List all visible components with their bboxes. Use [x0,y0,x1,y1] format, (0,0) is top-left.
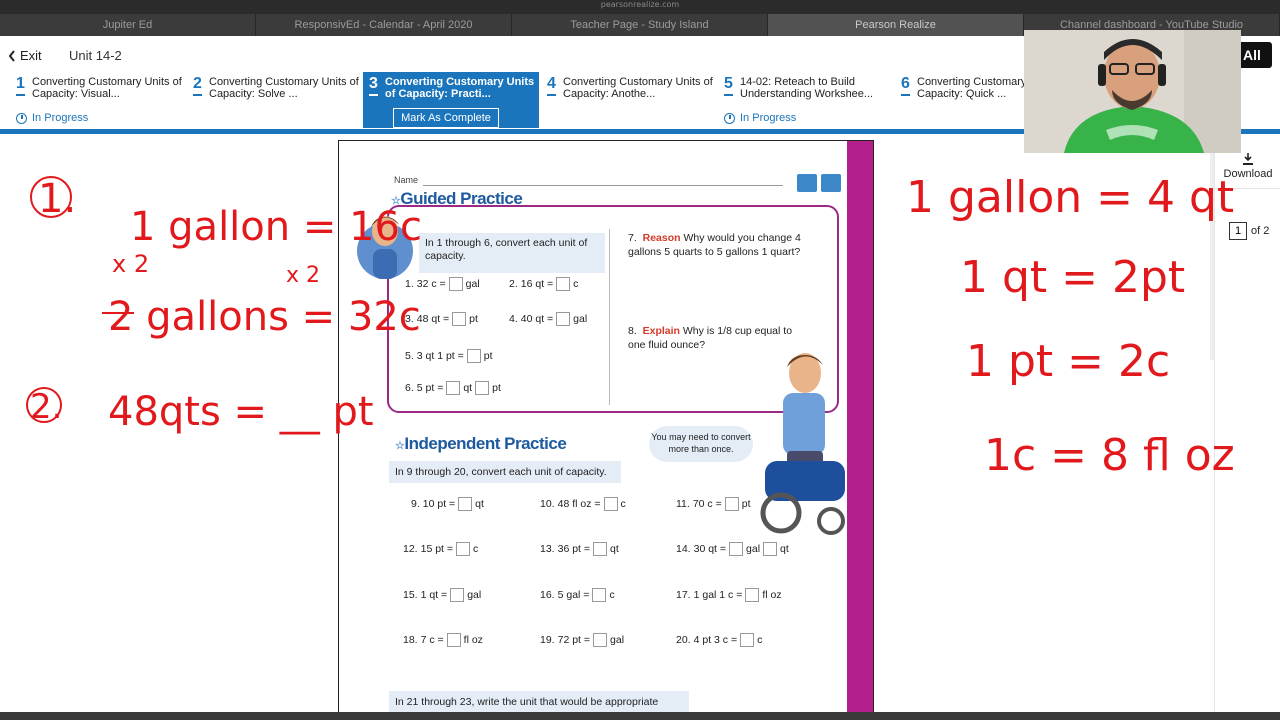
screen: pearsonrealize.com Jupiter Ed ResponsivE… [0,0,1280,720]
wheelchair-character-illustration [760,353,845,535]
browser-tab[interactable]: Jupiter Ed [0,14,256,36]
question-8: 8. Explain Why is 1/8 cup equal to one f… [628,325,793,351]
question-2: 2. 16 qt = c [509,277,579,291]
independent-practice-title: Independent Practice [404,434,567,453]
lesson-title: Converting Customary Units of Capacity: … [385,76,535,100]
boy-character-illustration [357,216,413,279]
browser-titlebar: pearsonrealize.com [0,0,1280,14]
ink-multiplier: x 2 [112,250,149,278]
question-18: 18. 7 c = fl oz [403,633,483,647]
download-button[interactable]: Download [1215,152,1280,180]
question-4: 4. 40 qt = gal [509,312,588,326]
presenter-video [1024,30,1241,153]
lesson-number: 2 [193,75,202,92]
question-17: 17. 1 gal 1 c = fl oz [676,588,782,602]
lesson-tab-2[interactable]: 2 Converting Customary Units of Capacity… [187,72,359,128]
independent-instruction: In 9 through 20, convert each unit of ca… [389,461,621,483]
page-total: of 2 [1251,225,1270,237]
clock-icon [724,112,735,124]
unit-title: Unit 14-2 [69,48,122,63]
mark-complete-button[interactable]: Mark As Complete [393,108,499,128]
page-selector: of 2 [1229,222,1269,240]
ink-fact-1: 1 gallon = 4 qt [906,172,1234,223]
star-icon: ☆ [395,440,405,452]
ink-fact-4: 1c = 8 fl oz [984,430,1235,481]
lesson-tab-1[interactable]: 1 Converting Customary Units of Capacity… [10,72,182,128]
question-5: 5. 3 qt 1 pt = pt [405,349,493,363]
answer-box[interactable] [452,312,467,326]
lesson-tab-6[interactable]: 6 Converting Customary Units of Capacity… [895,72,1030,128]
question-6: 6. 5 pt = qt pt [405,381,501,395]
question-1: 1. 32 c = gal [405,277,480,291]
download-icon [1243,153,1253,165]
question-16: 16. 5 gal = c [540,588,615,602]
lesson-tab-3[interactable]: 3 Converting Customary Units of Capacity… [363,72,539,128]
lesson-number: 4 [547,75,556,92]
download-label: Download [1223,168,1273,180]
lesson-number: 1 [16,75,25,92]
lesson-title: Converting Customary Units of Capacity: … [563,76,713,100]
chevron-left-icon [8,49,15,62]
lesson-tab-4[interactable]: 4 Converting Customary Units of Capacity… [541,72,713,128]
page-number-input[interactable] [1229,222,1247,240]
exit-button[interactable]: Exit [8,48,42,63]
lesson-title: Converting Customary Units of Capacity: … [209,76,359,100]
ink-label-2: 2. [30,387,62,427]
question-15: 15. 1 qt = gal [403,588,482,602]
question-20: 20. 4 pt 3 c = c [676,633,763,647]
answer-box[interactable] [466,349,481,363]
grid-icon[interactable] [797,174,817,192]
question-3: 3. 48 qt = pt [405,312,478,326]
bottom-instruction: In 21 through 23, write the unit that wo… [389,691,689,713]
question-11: 11. 70 c = pt [676,497,751,511]
question-12: 12. 15 pt = c [403,542,479,556]
answer-box[interactable] [556,277,571,291]
ink-label-1: 1. [38,176,76,222]
ink-multiplier: x 2 [286,263,320,288]
question-19: 19. 72 pt = gal [540,633,625,647]
lesson-number: 6 [901,75,910,92]
answer-box[interactable] [448,277,463,291]
name-label: Name [394,175,419,185]
ink-fact-3: 1 pt = 2c [966,336,1170,387]
clock-icon [16,112,27,124]
lesson-tabs: 1 Converting Customary Units of Capacity… [0,72,1030,128]
answer-box[interactable] [475,381,490,395]
address-bar[interactable]: pearsonrealize.com [560,0,720,9]
guided-instruction: In 1 through 6, convert each unit of cap… [419,233,605,273]
question-14: 14. 30 qt = gal qt [676,542,789,556]
lesson-title: 14-02: Reteach to Build Understanding Wo… [740,76,874,100]
lesson-title: Converting Customary Units of Capacity: … [32,76,182,100]
lesson-number: 3 [369,75,378,92]
browser-tab-active[interactable]: Pearson Realize [768,14,1024,36]
question-9: 9. 10 pt = qt [411,497,484,511]
right-panel: Download of 2 [1214,140,1280,720]
question-13: 13. 36 pt = qt [540,542,619,556]
browser-tab[interactable]: ResponsivEd - Calendar - April 2020 [256,14,512,36]
browser-tab[interactable]: Teacher Page - Study Island [512,14,768,36]
exit-label: Exit [20,48,42,63]
hint-bubble: You may need to convert more than once. [649,426,753,462]
lesson-status: In Progress [16,112,88,124]
answer-box[interactable] [556,312,571,326]
lesson-title: Converting Customary Units of Capacity: … [917,76,1030,100]
lesson-status: In Progress [724,112,796,124]
question-10: 10. 48 fl oz = c [540,497,626,511]
magnifier-icon[interactable] [821,174,841,192]
question-7: 7. Reason Why would you change 4 gallons… [628,232,801,258]
ink-fact-2: 1 qt = 2pt [960,252,1185,303]
worksheet-page: Name ☆Guided Practice In 1 through 6, co… [338,140,874,720]
webcam-overlay [1024,30,1241,153]
lesson-tab-5[interactable]: 5 14-02: Reteach to Build Understanding … [718,72,888,128]
os-dock [0,712,1280,720]
answer-box[interactable] [446,381,461,395]
lesson-number: 5 [724,75,733,92]
ink-line-3: 48qts = __ pt [108,389,374,435]
